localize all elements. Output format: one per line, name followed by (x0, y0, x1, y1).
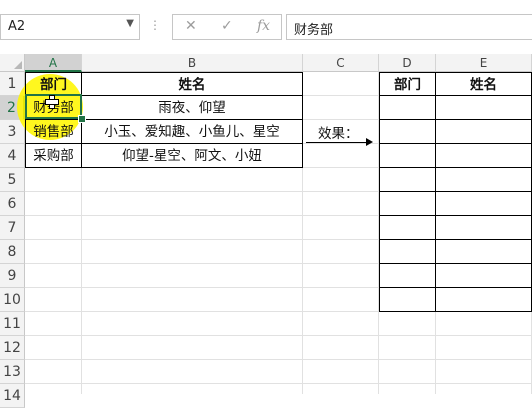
cell-d8[interactable] (379, 240, 436, 264)
column-header-c[interactable]: C (303, 54, 379, 72)
cell-e2[interactable] (436, 96, 532, 120)
arrow-head-icon (366, 138, 373, 146)
cell-d7[interactable] (379, 216, 436, 240)
column-header-d[interactable]: D (379, 54, 436, 72)
enter-icon[interactable]: ✓ (221, 18, 233, 34)
cell-e7[interactable] (436, 216, 532, 240)
effect-label: 效果： (318, 126, 359, 142)
cursor-icon (45, 95, 59, 109)
column-header-b[interactable]: B (82, 54, 303, 72)
arrow-right-icon (306, 142, 366, 143)
gridline (25, 359, 532, 360)
cell-d5[interactable] (379, 168, 436, 192)
name-box[interactable]: A2 ▼ (0, 14, 140, 40)
row-header-12[interactable]: 12 (0, 336, 25, 360)
select-all-corner[interactable] (0, 54, 25, 72)
row-header-11[interactable]: 11 (0, 312, 25, 336)
cell-e10[interactable] (436, 288, 532, 312)
row-header-6[interactable]: 6 (0, 192, 25, 216)
cell-d3[interactable] (379, 120, 436, 144)
formula-input[interactable]: 财务部 (286, 14, 532, 40)
row-header-10[interactable]: 10 (0, 288, 25, 312)
cell-e1[interactable]: 姓名 (436, 72, 532, 96)
gridline (25, 383, 532, 384)
cell-b3[interactable]: 小玉、爱知趣、小鱼儿、星空 (82, 120, 303, 144)
chevron-down-icon[interactable]: ▼ (126, 18, 134, 29)
cell-b1[interactable]: 姓名 (82, 72, 303, 96)
row-header-4[interactable]: 4 (0, 144, 25, 168)
fx-icon[interactable]: fx (257, 18, 270, 34)
cancel-icon[interactable]: ✕ (185, 18, 197, 34)
cell-e5[interactable] (436, 168, 532, 192)
cell-a1[interactable]: 部门 (25, 72, 82, 96)
cell-a4[interactable]: 采购部 (25, 144, 82, 168)
name-box-value: A2 (8, 19, 26, 34)
cell-d4[interactable] (379, 144, 436, 168)
cell-d10[interactable] (379, 288, 436, 312)
formula-bar-area: A2 ▼ ⋮ ✕ ✓ fx 财务部 (0, 0, 532, 54)
cell-d9[interactable] (379, 264, 436, 288)
cell-e4[interactable] (436, 144, 532, 168)
cell-d6[interactable] (379, 192, 436, 216)
cell-b4[interactable]: 仰望-星空、阿文、小妞 (82, 144, 303, 168)
cell-e3[interactable] (436, 120, 532, 144)
fill-handle[interactable] (78, 115, 86, 123)
more-icon: ⋮ (149, 18, 161, 32)
row-header-14[interactable]: 14 (0, 384, 25, 408)
row-header-5[interactable]: 5 (0, 168, 25, 192)
column-header-e[interactable]: E (436, 54, 532, 72)
cell-d1[interactable]: 部门 (379, 72, 436, 96)
row-header-13[interactable]: 13 (0, 360, 25, 384)
cell-e6[interactable] (436, 192, 532, 216)
formula-input-value: 财务部 (294, 23, 334, 38)
cell-a3[interactable]: 销售部 (25, 120, 82, 144)
row-header-8[interactable]: 8 (0, 240, 25, 264)
cell-b2[interactable]: 雨夜、仰望 (82, 96, 303, 120)
column-header-a[interactable]: A (25, 54, 82, 72)
gridline (25, 335, 532, 336)
cell-e8[interactable] (436, 240, 532, 264)
cell-d2[interactable] (379, 96, 436, 120)
formula-buttons: ✕ ✓ fx (172, 14, 282, 40)
cell-e9[interactable] (436, 264, 532, 288)
row-header-7[interactable]: 7 (0, 216, 25, 240)
row-header-9[interactable]: 9 (0, 264, 25, 288)
